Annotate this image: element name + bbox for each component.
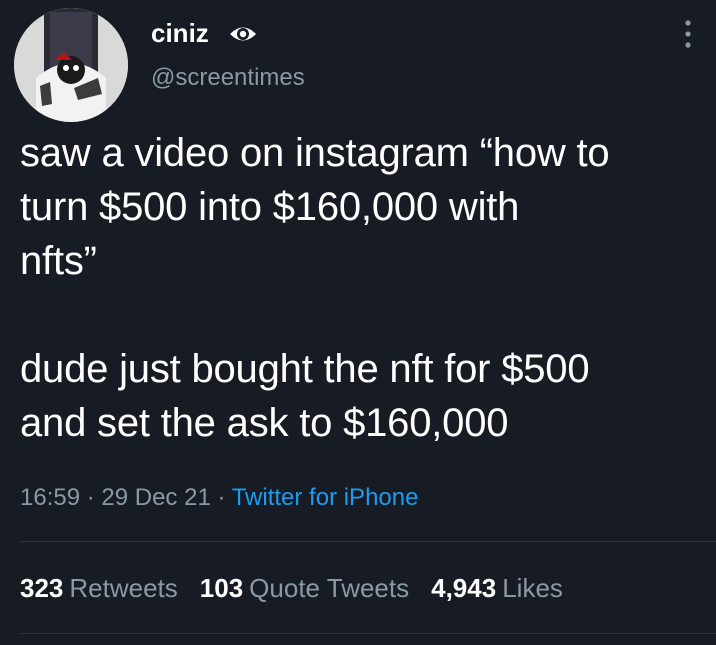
tweet-date[interactable]: 29 Dec 21 [101,484,210,511]
tweet-source-link[interactable]: Twitter for iPhone [232,484,419,511]
avatar-image [14,8,128,122]
tweet-text: saw a video on instagram “how to turn $5… [20,131,610,445]
tweet-card: ciniz @screentimes saw a video on instag… [0,0,716,645]
more-options-icon[interactable] [678,16,698,52]
divider [20,541,716,542]
retweets-label: Retweets [69,573,178,603]
tweet-time[interactable]: 16:59 [20,484,80,511]
author-display-name[interactable]: ciniz [151,17,209,49]
author-handle[interactable]: @screentimes [151,63,305,93]
retweets-stat[interactable]: 323 Retweets [20,571,178,605]
meta-separator: · [210,484,232,511]
likes-label: Likes [502,573,563,603]
quote-tweets-count: 103 [199,573,244,603]
avatar[interactable] [14,8,128,122]
tweet-stats: 323 Retweets 103 Quote Tweets 4,943 Likes [20,571,585,605]
quote-tweets-label: Quote Tweets [249,573,410,603]
likes-stat[interactable]: 4,943 Likes [431,571,563,605]
divider [20,633,716,634]
meta-separator: · [80,484,102,511]
quote-tweets-stat[interactable]: 103 Quote Tweets [200,571,409,605]
tweet-meta: 16:59 · 29 Dec 21 · Twitter for iPhone [20,482,418,514]
retweets-count: 323 [20,573,64,603]
eye-icon [230,27,256,41]
likes-count: 4,943 [431,573,497,603]
